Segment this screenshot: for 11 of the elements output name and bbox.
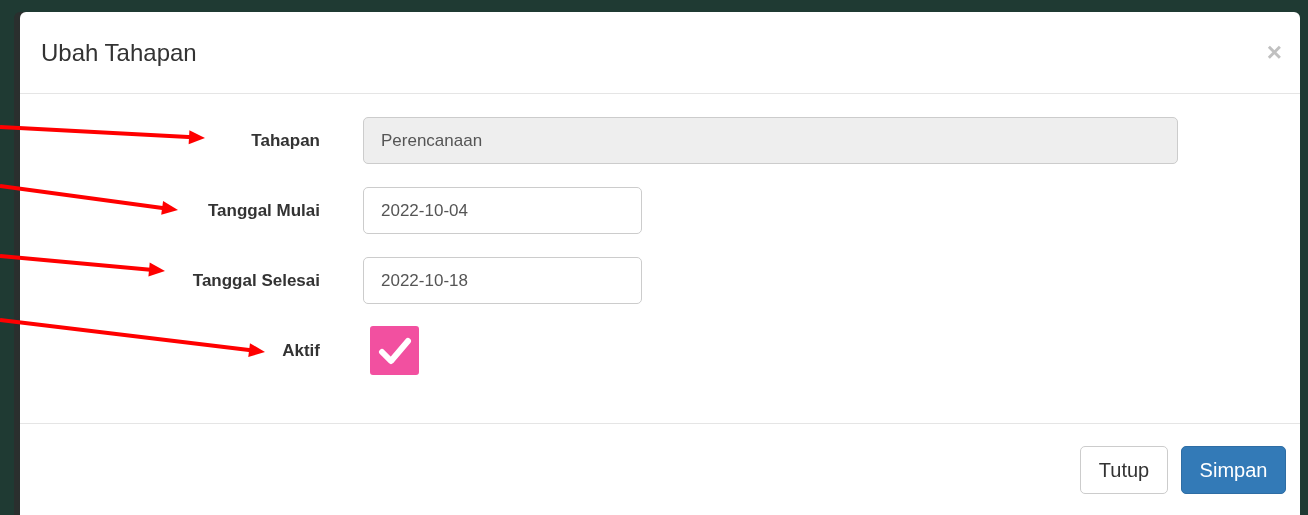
field-label: Aktif [282, 340, 320, 361]
close-dialog-button[interactable]: Tutup [1080, 446, 1168, 494]
field-label: Tahapan [251, 130, 320, 151]
date-field[interactable]: 2022-10-18 [363, 257, 642, 304]
date-field[interactable]: 2022-10-04 [363, 187, 642, 234]
save-button[interactable]: Simpan [1181, 446, 1286, 494]
field-label: Tanggal Mulai [207, 200, 320, 221]
field-label: Tanggal Selesai [192, 270, 320, 291]
checkbox[interactable] [370, 326, 419, 375]
stage-field: Perencanaan [363, 117, 1178, 164]
dialog-title: Ubah Tahapan [41, 38, 197, 67]
